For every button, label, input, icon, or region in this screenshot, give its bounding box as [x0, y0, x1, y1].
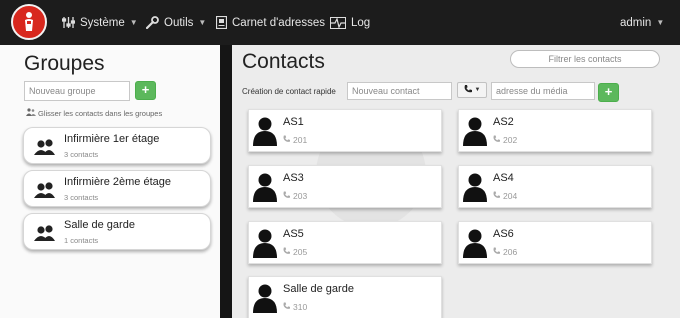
groups-title: Groupes — [24, 52, 105, 75]
contact-number: 310 — [293, 302, 308, 312]
contact-name: AS2 — [493, 116, 514, 128]
contact-phone: 205 — [283, 247, 307, 257]
caret-down-icon: ▼ — [129, 18, 138, 27]
drag-hint-text: Glisser les contacts dans les groupes — [38, 108, 163, 118]
nav-menu-label: Outils — [164, 16, 194, 29]
add-contact-button[interactable]: + — [598, 83, 619, 102]
phone-icon — [464, 85, 472, 95]
contact-name: Salle de garde — [283, 283, 354, 295]
group-count: 3 contacts — [64, 150, 99, 159]
contact-card[interactable]: AS1 201 — [248, 109, 442, 152]
contact-card[interactable]: AS2 202 — [458, 109, 652, 152]
caret-down-icon: ▼ — [198, 18, 207, 27]
group-card[interactable]: Infirmière 2ème étage 3 contacts — [23, 170, 211, 207]
contact-phone: 201 — [283, 135, 307, 145]
group-name: Infirmière 1er étage — [64, 133, 160, 145]
user-silhouette-icon — [463, 116, 487, 151]
user-silhouette-icon — [463, 172, 487, 207]
group-card[interactable]: Infirmière 1er étage 3 contacts — [23, 127, 211, 164]
system-equalizer-icon — [62, 17, 75, 28]
contact-card[interactable]: AS5 205 — [248, 221, 442, 264]
new-contact-input[interactable] — [347, 82, 452, 100]
user-silhouette-icon — [253, 228, 277, 263]
contact-card[interactable]: AS3 203 — [248, 165, 442, 208]
contact-name: AS5 — [283, 228, 304, 240]
wrench-icon — [146, 16, 159, 29]
phone-icon — [283, 191, 290, 201]
add-group-button[interactable]: + — [135, 81, 156, 100]
group-card[interactable]: Salle de garde 1 contacts — [23, 213, 211, 250]
group-users-icon — [34, 139, 58, 160]
contact-name: AS3 — [283, 172, 304, 184]
drag-hint: Glisser les contacts dans les groupes — [26, 108, 162, 118]
contact-phone: 202 — [493, 135, 517, 145]
contact-phone: 206 — [493, 247, 517, 257]
user-silhouette-icon — [253, 116, 277, 151]
contact-card[interactable]: Salle de garde 310 — [248, 276, 442, 318]
new-group-input[interactable] — [24, 81, 130, 101]
group-count: 1 contacts — [64, 236, 99, 245]
contact-phone: 203 — [283, 191, 307, 201]
contact-number: 205 — [293, 247, 308, 257]
nav-menu-systeme[interactable]: Système ▼ — [62, 0, 138, 45]
phone-icon — [283, 135, 290, 145]
contact-card[interactable]: AS6 206 — [458, 221, 652, 264]
contacts-title: Contacts — [242, 50, 325, 73]
contact-name: AS4 — [493, 172, 514, 184]
phone-icon — [493, 191, 500, 201]
nav-menu-outils[interactable]: Outils ▼ — [146, 0, 206, 45]
filter-contacts-input[interactable] — [510, 50, 660, 68]
contact-number: 204 — [503, 191, 518, 201]
contact-phone: 310 — [283, 302, 307, 312]
contact-number: 202 — [503, 135, 518, 145]
username: admin — [620, 16, 652, 29]
drag-users-icon — [26, 108, 36, 118]
contact-name: AS6 — [493, 228, 514, 240]
top-navbar: Système ▼ Outils ▼ Carnet d'adresses Log… — [0, 0, 680, 45]
group-users-icon — [34, 182, 58, 203]
quick-create-label: Création de contact rapide — [242, 87, 336, 96]
pulse-log-icon — [330, 16, 346, 29]
contact-name: AS1 — [283, 116, 304, 128]
group-name: Salle de garde — [64, 219, 135, 231]
contact-card[interactable]: AS4 204 — [458, 165, 652, 208]
phone-icon — [493, 135, 500, 145]
nav-menu-label: Carnet d'adresses — [232, 16, 325, 29]
nav-log[interactable]: Log — [330, 0, 370, 45]
user-silhouette-icon — [253, 283, 277, 318]
phone-icon — [283, 247, 290, 257]
group-users-icon — [34, 225, 58, 246]
phone-icon — [283, 302, 290, 312]
caret-down-icon: ▼ — [474, 87, 481, 93]
user-silhouette-icon — [463, 228, 487, 263]
phone-icon — [493, 247, 500, 257]
user-menu[interactable]: admin ▼ — [620, 0, 664, 45]
nav-address-book[interactable]: Carnet d'adresses — [216, 0, 325, 45]
contact-number: 206 — [503, 247, 518, 257]
caret-down-icon: ▼ — [656, 18, 665, 27]
nav-menu-label: Log — [351, 16, 371, 29]
group-count: 3 contacts — [64, 193, 99, 202]
nav-menu-label: Système — [80, 16, 125, 29]
user-silhouette-icon — [253, 172, 277, 207]
media-address-input[interactable] — [491, 82, 595, 100]
contact-phone: 204 — [493, 191, 517, 201]
contact-number: 201 — [293, 135, 308, 145]
address-book-icon — [216, 16, 227, 29]
panel-divider[interactable] — [220, 45, 232, 318]
group-name: Infirmière 2ème étage — [64, 176, 171, 188]
contact-number: 203 — [293, 191, 308, 201]
app-logo-icon[interactable] — [11, 4, 47, 40]
media-type-select[interactable]: ▼ — [457, 82, 487, 98]
